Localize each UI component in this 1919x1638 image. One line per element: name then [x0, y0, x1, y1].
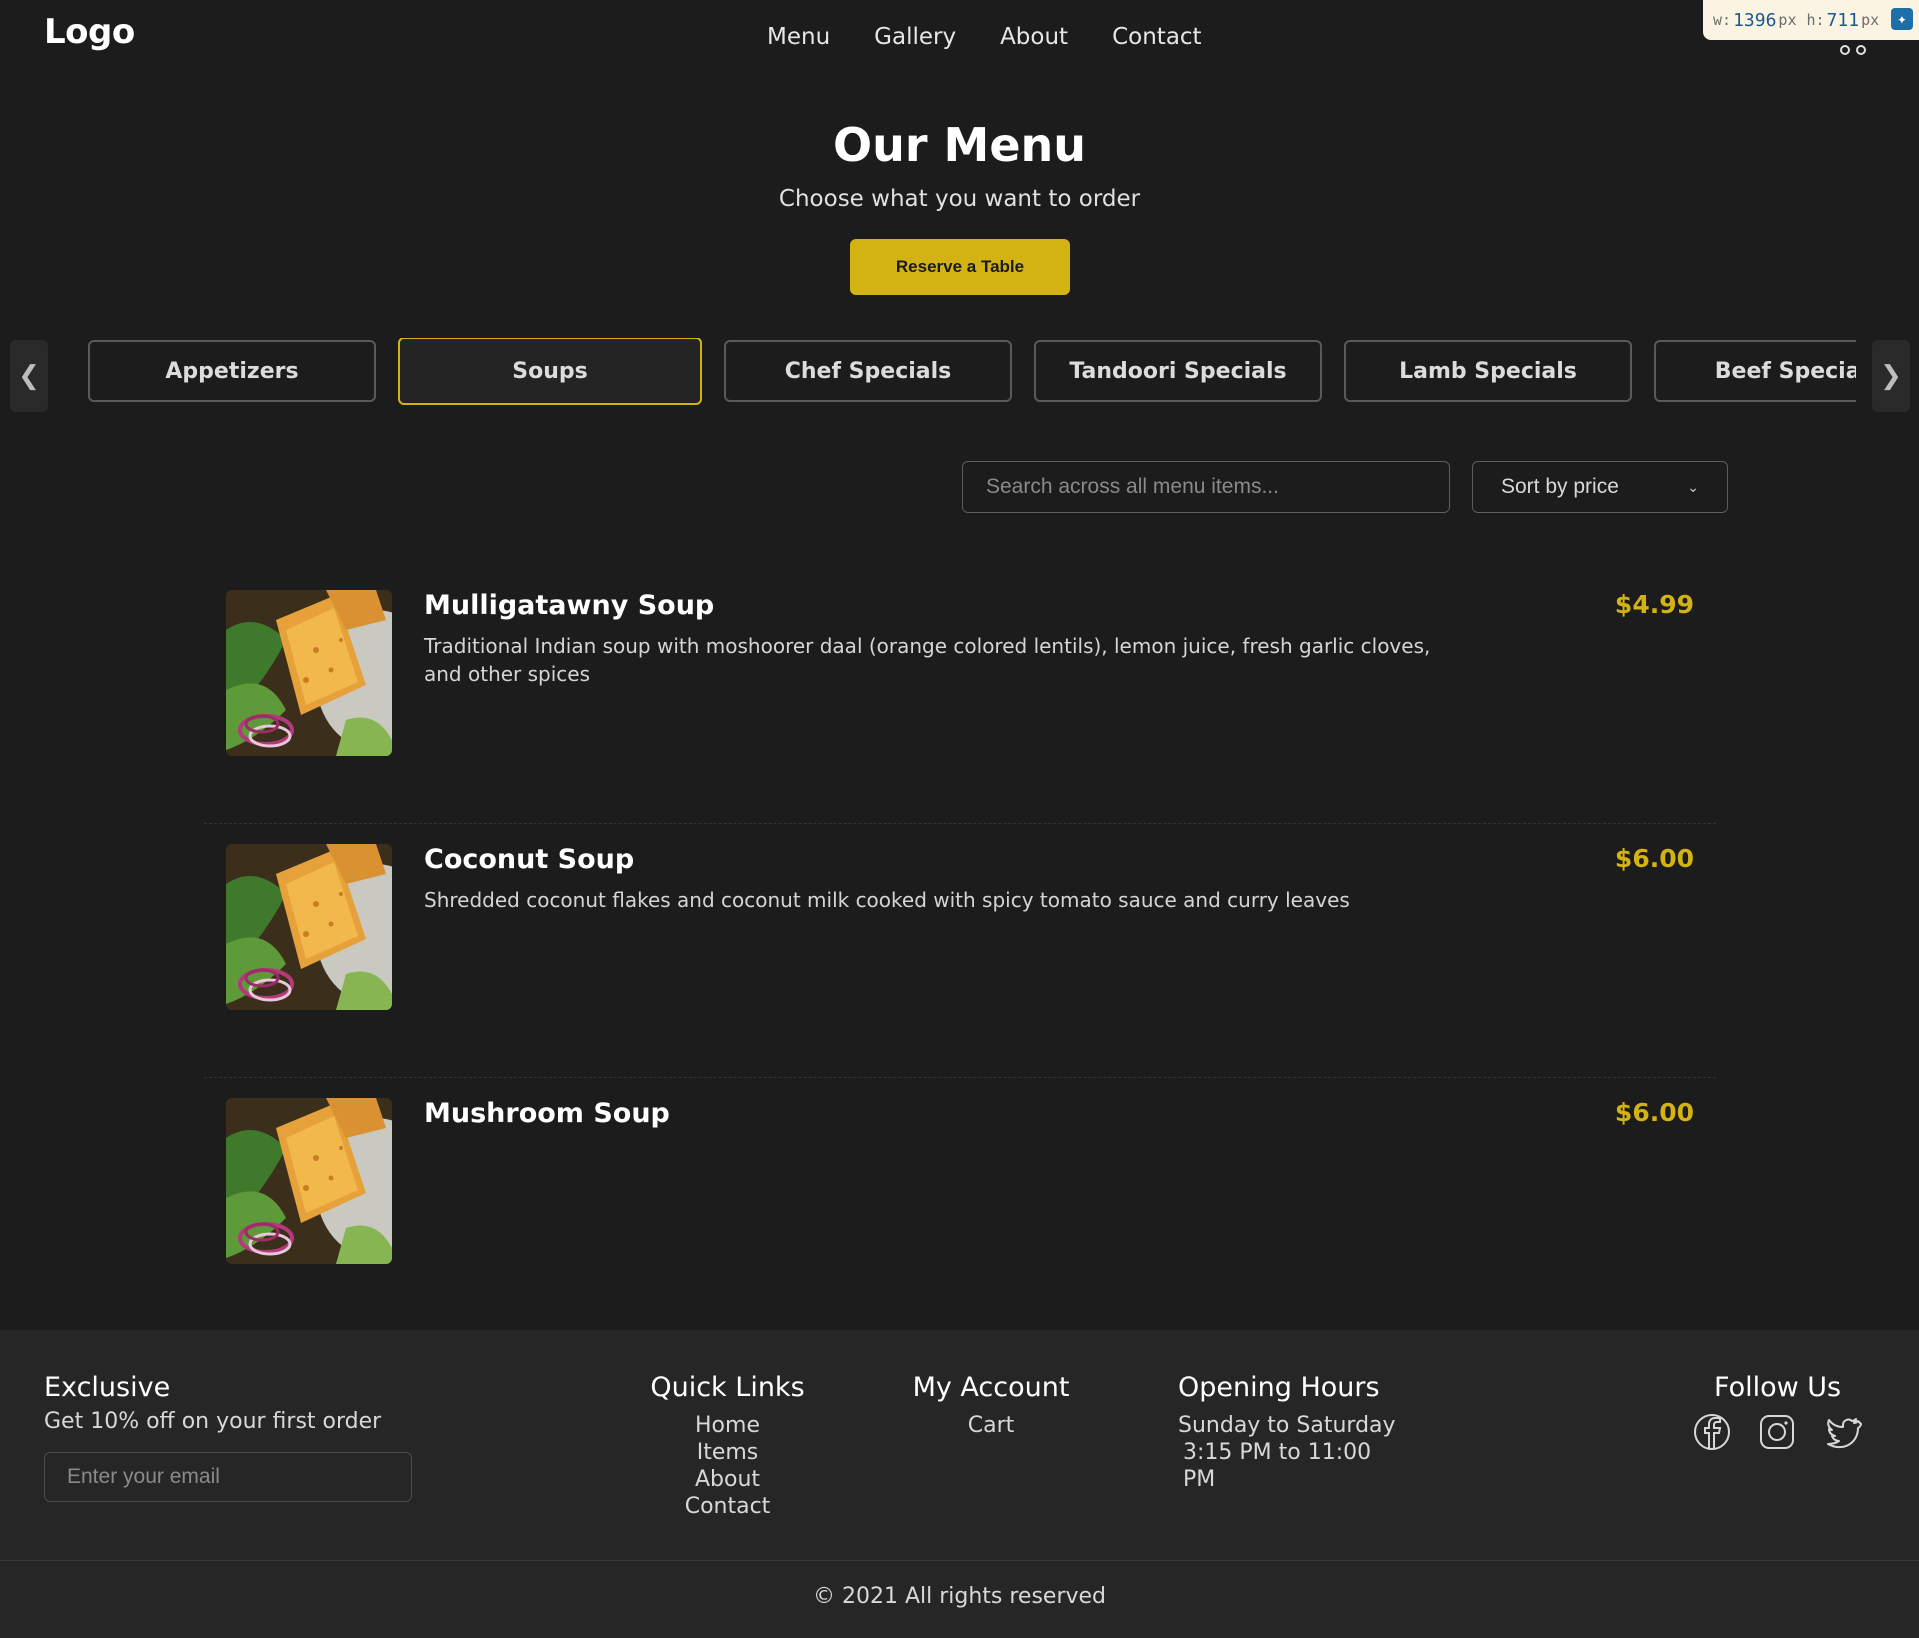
quick-link-contact[interactable]: Contact: [640, 1493, 815, 1520]
category-carousel: Appetizers Soups Chef Specials Tandoori Spe…: [86, 338, 1856, 408]
opening-hours-title: Opening Hours: [1178, 1372, 1380, 1403]
quick-link-items[interactable]: Items: [640, 1439, 815, 1466]
newsletter-email-input[interactable]: [44, 1452, 412, 1502]
account-link-cart[interactable]: Cart: [907, 1412, 1075, 1439]
quick-link-about[interactable]: About: [640, 1466, 815, 1493]
nav-link-gallery[interactable]: Gallery: [874, 24, 956, 50]
menu-item[interactable]: Coconut Soup Shredded coconut flakes and…: [204, 824, 1716, 1078]
chevron-down-icon: ⌄: [1687, 478, 1699, 495]
category-tab-appetizers[interactable]: Appetizers: [88, 340, 376, 402]
menu-item-price: $4.99: [1614, 590, 1694, 619]
menu-item[interactable]: Mulligatawny Soup Traditional Indian sou…: [204, 570, 1716, 824]
menu-item-description: Traditional Indian soup with moshoorer d…: [424, 634, 1431, 686]
food-photo: [226, 590, 392, 756]
size-indicator-badge: w: 1396 px h: 711 px ✦: [1703, 0, 1919, 40]
footer: [0, 1330, 1919, 1560]
twitter-icon[interactable]: [1822, 1412, 1862, 1452]
footer-my-account: My Account Cart: [907, 1372, 1075, 1439]
page-title: Our Menu: [832, 118, 1087, 172]
category-tab-chef-specials[interactable]: Chef Specials: [724, 340, 1012, 402]
footer-quick-links: Quick Links Home Items About Contact: [640, 1372, 815, 1520]
nav-link-menu[interactable]: Menu: [767, 24, 830, 50]
menu-search-input[interactable]: [962, 461, 1450, 513]
page-subtitle: Choose what you want to order: [778, 186, 1141, 212]
follow-us-title: Follow Us: [1714, 1372, 1842, 1403]
carousel-prev-button[interactable]: ❮: [10, 340, 48, 412]
menu-item-name: Mulligatawny Soup: [424, 590, 715, 621]
category-tab-beef-specials[interactable]: Beef Specials: [1654, 340, 1856, 402]
quick-links-title: Quick Links: [650, 1372, 805, 1403]
instagram-icon[interactable]: [1757, 1412, 1797, 1452]
footer-exclusive-text: Get 10% off on your first order: [44, 1409, 382, 1434]
quick-link-home[interactable]: Home: [640, 1412, 815, 1439]
width-value: 1396: [1733, 9, 1777, 31]
menu-item-list: Mulligatawny Soup Traditional Indian sou…: [204, 570, 1716, 1332]
footer-opening-hours: Opening Hours Sunday to Saturday 3:15 PM…: [1178, 1372, 1398, 1493]
sort-selected-label: Sort by price: [1501, 475, 1619, 498]
logo[interactable]: Logo: [44, 12, 135, 52]
cart-icon[interactable]: [1836, 38, 1870, 58]
menu-item[interactable]: Mushroom Soup $6.00: [204, 1078, 1716, 1332]
opening-hours-days: Sunday to Saturday: [1178, 1413, 1396, 1438]
menu-item-image: [226, 590, 392, 756]
opening-hours-time: 3:15 PM to 11:00 PM: [1183, 1440, 1372, 1492]
food-photo: [226, 844, 392, 1010]
extension-icon[interactable]: ✦: [1891, 8, 1913, 30]
height-label: h:: [1806, 11, 1825, 29]
sort-select[interactable]: Sort by price ⌄: [1472, 461, 1728, 513]
carousel-next-button[interactable]: ❯: [1872, 340, 1910, 412]
my-account-title: My Account: [912, 1372, 1070, 1403]
menu-item-description: Shredded coconut flakes and coconut milk…: [424, 888, 1350, 912]
height-value: 711: [1826, 9, 1860, 31]
menu-item-price: $6.00: [1614, 844, 1694, 873]
main-nav: Menu Gallery About Contact: [767, 24, 1202, 50]
category-tab-tandoori-specials[interactable]: Tandoori Specials: [1034, 340, 1322, 402]
food-photo: [226, 1098, 392, 1264]
width-label: w:: [1713, 11, 1732, 29]
category-tab-lamb-specials[interactable]: Lamb Specials: [1344, 340, 1632, 402]
menu-item-price: $6.00: [1614, 1098, 1694, 1127]
menu-item-image: [226, 1098, 392, 1264]
height-unit: px: [1861, 11, 1880, 29]
footer-exclusive-title: Exclusive: [44, 1372, 171, 1403]
reserve-table-button[interactable]: Reserve a Table: [850, 239, 1070, 295]
nav-link-about[interactable]: About: [1000, 24, 1068, 50]
copyright-text: © 2021 All rights reserved: [812, 1584, 1107, 1609]
nav-link-contact[interactable]: Contact: [1112, 24, 1201, 50]
menu-item-name: Coconut Soup: [424, 844, 635, 875]
category-tab-soups[interactable]: Soups: [398, 338, 702, 405]
menu-item-name: Mushroom Soup: [424, 1098, 670, 1129]
menu-item-image: [226, 844, 392, 1010]
width-unit: px: [1778, 11, 1797, 29]
facebook-icon[interactable]: [1692, 1412, 1732, 1452]
